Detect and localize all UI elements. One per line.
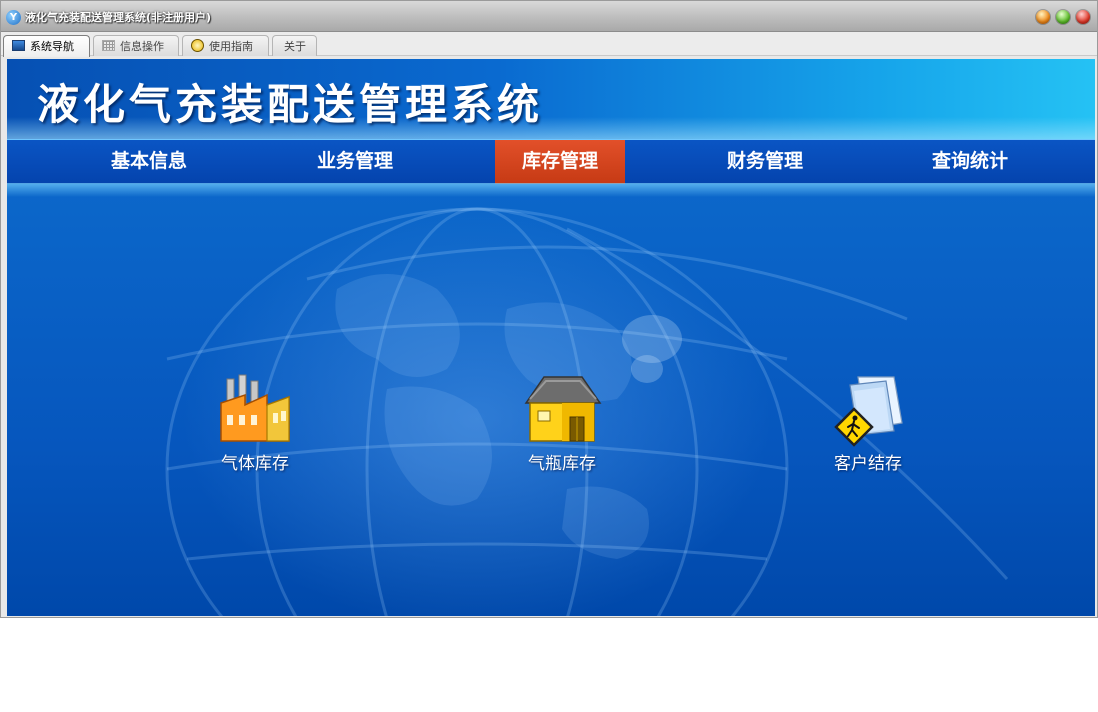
- window-title: 液化气充装配送管理系统(非注册用户): [25, 11, 212, 24]
- grid-icon: [102, 40, 115, 51]
- nav-item-query-statistics[interactable]: 查询统计: [905, 140, 1035, 184]
- tab-info-operations[interactable]: 信息操作: [93, 35, 179, 56]
- app-logo-icon: Y: [6, 10, 21, 25]
- minimize-button[interactable]: [1036, 10, 1050, 24]
- warehouse-icon: [524, 376, 602, 442]
- app-window: Y 液化气充装配送管理系统(非注册用户) 系统导航 信息操作 使用指南 关于 液…: [0, 0, 1098, 618]
- main-nav: 基本信息 业务管理 库存管理 财务管理 查询统计: [7, 139, 1095, 184]
- maximize-button[interactable]: [1056, 10, 1070, 24]
- guide-icon: [191, 39, 204, 52]
- nav-item-inventory-management[interactable]: 库存管理: [495, 140, 625, 184]
- tab-label: 关于: [284, 40, 306, 53]
- main-content: 液化气充装配送管理系统 基本信息 业务管理 库存管理 财务管理 查询统计 气体库…: [7, 59, 1095, 616]
- tab-label: 系统导航: [30, 40, 74, 53]
- close-button[interactable]: [1076, 10, 1090, 24]
- nav-glow: [7, 183, 1095, 197]
- app-title: 液化气充装配送管理系统: [37, 80, 544, 129]
- nav-item-basic-info[interactable]: 基本信息: [84, 140, 214, 184]
- monitor-icon: [12, 40, 25, 51]
- tab-label: 使用指南: [209, 40, 253, 53]
- gas-inventory-button[interactable]: 气体库存: [180, 373, 330, 483]
- feature-label: 气体库存: [221, 454, 289, 474]
- tab-user-guide[interactable]: 使用指南: [182, 35, 269, 56]
- cylinder-inventory-button[interactable]: 气瓶库存: [487, 373, 637, 483]
- header-banner: 液化气充装配送管理系统: [7, 59, 1095, 139]
- feature-label: 气瓶库存: [528, 454, 596, 474]
- nav-item-business-management[interactable]: 业务管理: [290, 140, 420, 184]
- tab-label: 信息操作: [120, 40, 164, 53]
- feature-label: 客户结存: [834, 454, 902, 474]
- tab-about[interactable]: 关于: [272, 35, 317, 56]
- title-bar[interactable]: Y 液化气充装配送管理系统(非注册用户): [1, 1, 1097, 32]
- factory-icon: [220, 374, 290, 442]
- customer-balance-button[interactable]: 客户结存: [793, 373, 943, 483]
- tab-system-navigation[interactable]: 系统导航: [3, 35, 90, 57]
- tab-bar: 系统导航 信息操作 使用指南 关于: [1, 32, 1097, 57]
- nav-item-finance-management[interactable]: 财务管理: [700, 140, 830, 184]
- documents-icon: [834, 376, 903, 447]
